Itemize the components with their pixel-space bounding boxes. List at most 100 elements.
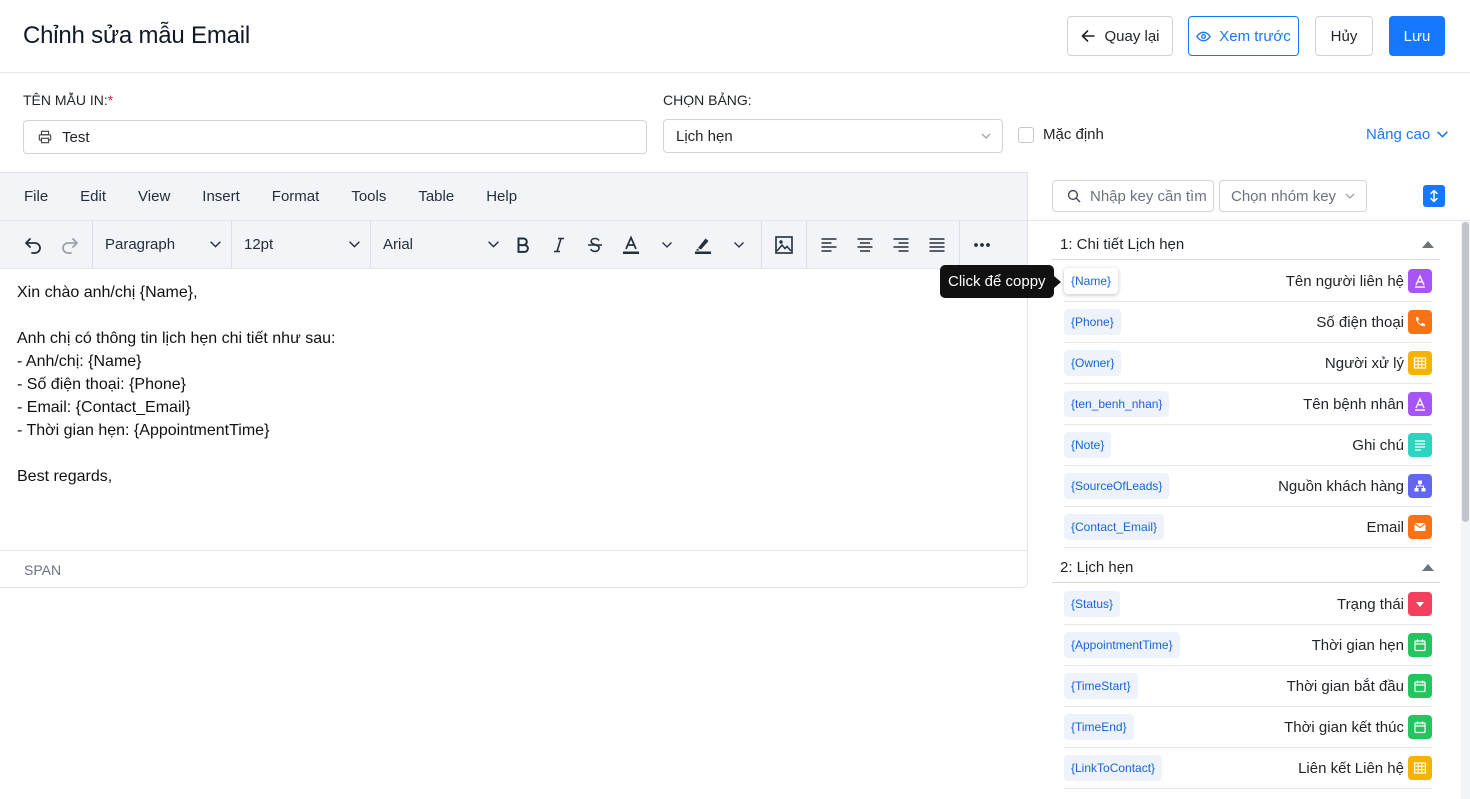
content-line: - Anh/chị: {Name}	[17, 353, 142, 370]
page-title: Chỉnh sửa mẫu Email	[23, 22, 251, 49]
insert-image-button[interactable]	[766, 221, 802, 268]
align-left-button[interactable]	[811, 221, 847, 268]
content-line	[17, 304, 1007, 327]
menu-file[interactable]: File	[24, 188, 48, 205]
table-select[interactable]: Lịch hẹn	[663, 119, 1003, 153]
highlight-color-dropdown[interactable]	[730, 221, 748, 268]
menu-format[interactable]: Format	[272, 188, 320, 205]
paragraph-icon	[1408, 433, 1432, 457]
redo-icon	[62, 237, 78, 254]
key-label: Liên kết Liên hệ	[1298, 759, 1404, 777]
key-tag[interactable]: {TimeStart}	[1064, 673, 1138, 699]
key-label: Nguồn khách hàng	[1278, 477, 1404, 495]
font-size-dropdown[interactable]: 12pt	[244, 221, 361, 268]
menu-help[interactable]: Help	[486, 188, 517, 205]
align-left-icon	[821, 237, 837, 252]
key-tag[interactable]: {Owner}	[1064, 350, 1122, 376]
section-title: 2: Lịch hẹn	[1060, 559, 1134, 576]
font-family-dropdown[interactable]: Arial	[383, 221, 500, 268]
keys-panel-toolbar: Nhập key cần tìm Chọn nhóm key	[1028, 172, 1470, 221]
align-justify-button[interactable]	[919, 221, 955, 268]
section-title: 1: Chi tiết Lịch hẹn	[1060, 236, 1185, 253]
key-tag[interactable]: {AppointmentTime}	[1064, 632, 1180, 658]
expand-collapse-button[interactable]	[1423, 185, 1445, 207]
content-line: - Số điện thoại: {Phone}	[17, 376, 187, 393]
template-name-label-text: TÊN MẪU IN:	[23, 92, 108, 108]
chevron-down-icon	[981, 133, 991, 139]
align-right-icon	[893, 237, 909, 252]
chevron-down-icon	[210, 241, 221, 248]
chevron-down-icon	[349, 241, 360, 248]
keys-panel: Nhập key cần tìm Chọn nhóm key 1: Chi ti…	[1028, 172, 1470, 799]
content-line: - Email: {Contact_Email}	[17, 399, 191, 416]
key-row: {Status} Trạng thái	[1064, 584, 1432, 625]
highlight-color-button[interactable]	[685, 221, 721, 268]
section-header[interactable]: 1: Chi tiết Lịch hẹn	[1052, 230, 1440, 260]
back-button-label: Quay lại	[1104, 27, 1160, 45]
menu-edit[interactable]: Edit	[80, 188, 106, 205]
key-tag[interactable]: {Name}	[1064, 268, 1119, 294]
bold-button[interactable]	[505, 221, 541, 268]
key-label: Thời gian bắt đầu	[1286, 677, 1404, 695]
default-checkbox[interactable]	[1018, 127, 1034, 143]
text-color-dropdown[interactable]	[658, 221, 676, 268]
more-horizontal-icon	[974, 242, 990, 247]
menu-view[interactable]: View	[138, 188, 170, 205]
hierarchy-icon	[1408, 474, 1432, 498]
key-tag[interactable]: {Phone}	[1064, 309, 1121, 335]
italic-button[interactable]	[541, 221, 577, 268]
editor-toolbar: Paragraph 12pt Arial	[0, 221, 1027, 269]
menu-tools[interactable]: Tools	[351, 188, 386, 205]
redo-button[interactable]	[52, 221, 88, 268]
section-header[interactable]: 2: Lịch hẹn	[1052, 553, 1440, 583]
key-label: Email	[1366, 518, 1404, 536]
menu-table[interactable]: Table	[418, 188, 454, 205]
undo-button[interactable]	[15, 221, 51, 268]
key-row: {SourceOfLeads} Nguồn khách hàng	[1064, 466, 1432, 507]
copy-tooltip: Click để coppy	[940, 265, 1061, 298]
cancel-button[interactable]: Hủy	[1315, 16, 1373, 56]
back-button[interactable]: Quay lại	[1067, 16, 1173, 56]
image-icon	[775, 235, 793, 254]
calendar-icon	[1408, 674, 1432, 698]
key-tag[interactable]: {Status}	[1064, 591, 1121, 617]
key-tag[interactable]: {SourceOfLeads}	[1064, 473, 1170, 499]
menu-insert[interactable]: Insert	[202, 188, 240, 205]
more-tools-button[interactable]	[964, 221, 1000, 268]
calendar-icon	[1408, 715, 1432, 739]
text-color-button[interactable]	[613, 221, 649, 268]
key-tag[interactable]: {TimeEnd}	[1064, 714, 1134, 740]
key-label: Thời gian kết thúc	[1284, 718, 1404, 736]
key-group-placeholder: Chọn nhóm key	[1231, 187, 1337, 205]
key-tag[interactable]: {Contact_Email}	[1064, 514, 1165, 540]
template-name-label: TÊN MẪU IN:*	[23, 92, 113, 108]
key-tag[interactable]: {ten_benh_nhan}	[1064, 391, 1170, 417]
key-row: {AppointmentTime} Thời gian hẹn	[1064, 625, 1432, 666]
save-button[interactable]: Lưu	[1389, 16, 1445, 56]
template-name-input[interactable]: Test	[23, 120, 647, 154]
align-right-button[interactable]	[883, 221, 919, 268]
strikethrough-button[interactable]	[577, 221, 613, 268]
italic-icon	[554, 237, 564, 252]
table-select-value: Lịch hẹn	[676, 127, 733, 145]
key-search-input[interactable]: Nhập key cần tìm	[1052, 180, 1214, 212]
advanced-toggle[interactable]: Nâng cao	[1366, 126, 1449, 143]
text-color-icon	[623, 234, 639, 254]
key-tag[interactable]: {Note}	[1064, 432, 1112, 458]
preview-button[interactable]: Xem trước	[1188, 16, 1299, 56]
chevron-down-icon	[734, 241, 744, 248]
grid-icon	[1408, 351, 1432, 375]
key-group-select[interactable]: Chọn nhóm key	[1219, 180, 1367, 212]
strikethrough-icon	[588, 237, 602, 252]
toolbar-separator	[370, 221, 371, 268]
template-name-value: Test	[62, 128, 90, 146]
grid-icon	[1408, 756, 1432, 780]
keys-panel-scroll-thumb[interactable]	[1462, 222, 1469, 522]
align-center-button[interactable]	[847, 221, 883, 268]
key-row: {Owner} Người xử lý	[1064, 343, 1432, 384]
block-format-dropdown[interactable]: Paragraph	[105, 221, 222, 268]
editor-content[interactable]: Xin chào anh/chị {Name}, Anh chị có thôn…	[17, 281, 1007, 488]
element-path[interactable]: SPAN	[24, 562, 61, 578]
key-tag[interactable]: {LinkToContact}	[1064, 755, 1163, 781]
toolbar-separator	[231, 221, 232, 268]
